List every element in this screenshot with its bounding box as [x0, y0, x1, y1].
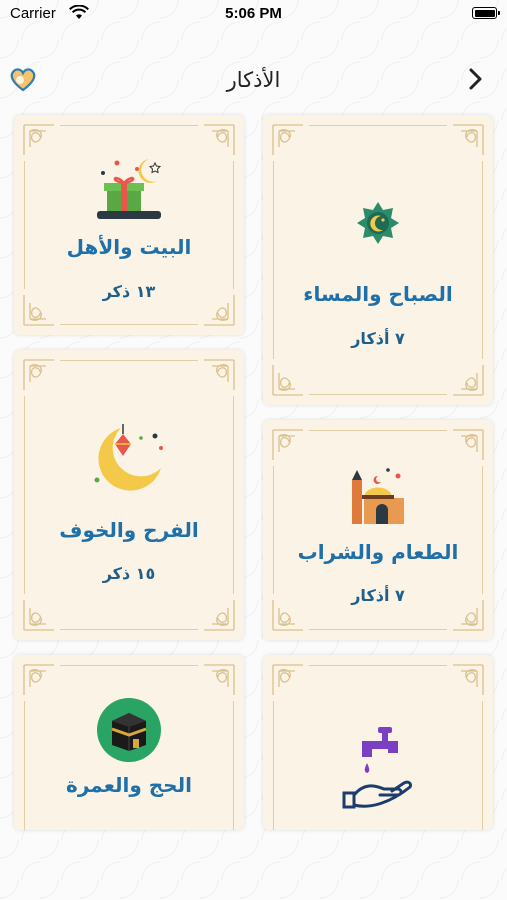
ornament-icon: [204, 664, 235, 695]
navigation-bar: الأذكار: [0, 60, 507, 106]
mosque-star-icon: [263, 200, 493, 246]
card-title: الفرح والخوف: [59, 518, 199, 542]
ornament-icon: [453, 124, 484, 155]
card-title: البيت والأهل: [66, 235, 192, 259]
ornament-icon: [453, 664, 484, 695]
card-title: الطعام والشراب: [297, 540, 459, 564]
battery-icon: [472, 7, 500, 19]
card-title: الصباح والمساء: [303, 282, 453, 306]
ornament-icon: [23, 600, 54, 631]
card-morning-evening[interactable]: الصباح والمساء ٧ أذكار: [263, 115, 493, 405]
ornament-icon: [453, 429, 484, 460]
ornament-icon: [204, 359, 235, 390]
ornament-icon: [453, 365, 484, 396]
mosque-dome-icon: [263, 462, 493, 528]
card-water[interactable]: [263, 655, 493, 830]
ornament-icon: [23, 124, 54, 155]
clock: 5:06 PM: [225, 5, 282, 22]
card-count: ١٣ ذكر: [102, 282, 156, 301]
card-count: ١٥ ذكر: [102, 564, 156, 583]
status-bar: Carrier 5:06 PM: [0, 0, 507, 30]
gift-crescent-icon: [14, 155, 244, 225]
tap-hand-icon: [263, 723, 493, 809]
ornament-icon: [204, 124, 235, 155]
card-count: ٧ أذكار: [351, 329, 405, 348]
card-home-family[interactable]: البيت والأهل ١٣ ذكر: [14, 115, 244, 335]
ornament-icon: [272, 664, 303, 695]
card-food-drink[interactable]: الطعام والشراب ٧ أذكار: [263, 420, 493, 640]
page-title: الأذكار: [226, 68, 281, 92]
card-frame: [273, 125, 483, 395]
chevron-right-icon[interactable]: [465, 66, 487, 92]
ornament-icon: [272, 365, 303, 396]
ornament-icon: [23, 359, 54, 390]
card-joy-fear[interactable]: الفرح والخوف ١٥ ذكر: [14, 350, 244, 640]
card-hajj-umrah[interactable]: الحج والعمرة: [14, 655, 244, 830]
kaaba-icon: [14, 697, 244, 763]
crescent-lantern-icon: [14, 422, 244, 498]
ornament-icon: [204, 600, 235, 631]
card-title: الحج والعمرة: [66, 773, 192, 797]
ornament-icon: [272, 124, 303, 155]
ornament-icon: [272, 429, 303, 460]
ornament-icon: [23, 664, 54, 695]
card-count: ٧ أذكار: [351, 586, 405, 605]
